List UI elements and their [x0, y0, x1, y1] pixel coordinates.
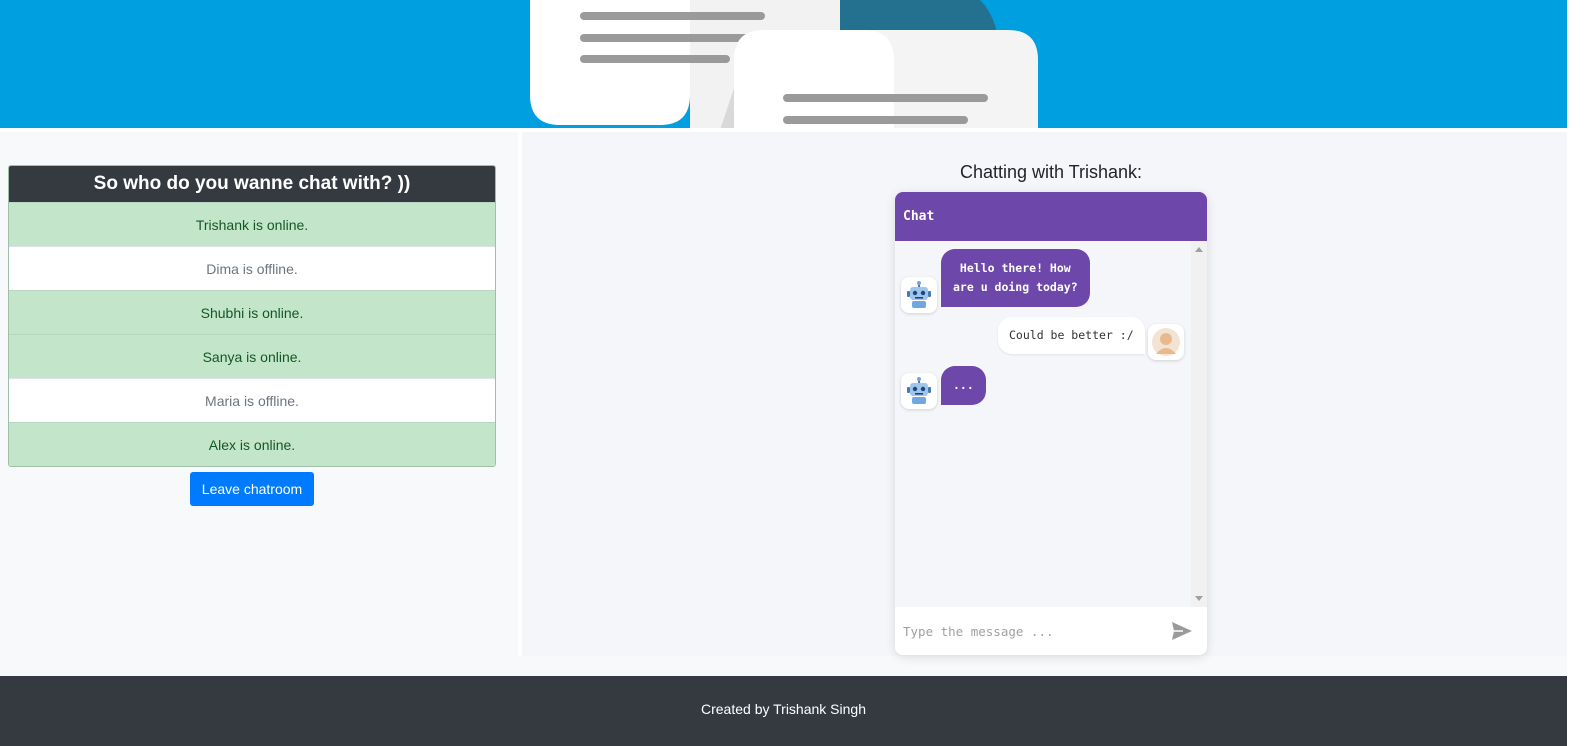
- page-edge: [1567, 0, 1585, 746]
- contacts-list: So who do you wanne chat with? )) Trisha…: [8, 165, 496, 467]
- chat-header: Chat: [895, 192, 1207, 241]
- chat-title: Chatting with Trishank:: [959, 162, 1143, 182]
- message-input[interactable]: [903, 617, 1163, 645]
- bot-avatar-icon: [901, 277, 937, 313]
- bot-message-line: are u doing today?: [953, 280, 1078, 294]
- header-banner: [0, 0, 1585, 130]
- contact-item-trishank[interactable]: Trishank is online.: [9, 202, 495, 246]
- contacts-panel: So who do you wanne chat with? )) Trisha…: [0, 132, 518, 664]
- bot-typing-message: ...: [941, 366, 986, 405]
- user-message: Could be better :/: [998, 317, 1145, 354]
- user-avatar-icon: [1148, 324, 1184, 360]
- contact-item-dima[interactable]: Dima is offline.: [9, 246, 495, 290]
- scroll-up-arrow-icon[interactable]: [1195, 247, 1203, 252]
- bot-message: Hello there! How are u doing today?: [941, 249, 1090, 307]
- contact-item-shubhi[interactable]: Shubhi is online.: [9, 290, 495, 334]
- contacts-header: So who do you wanne chat with? )): [9, 166, 495, 202]
- contact-item-alex[interactable]: Alex is online.: [9, 422, 495, 466]
- footer-credit: Created by Trishank Singh: [701, 701, 866, 717]
- message-scrollbar[interactable]: [1191, 241, 1207, 607]
- leave-chatroom-button[interactable]: Leave chatroom: [190, 472, 314, 506]
- bot-message-line: Hello there! How: [959, 261, 1071, 275]
- scroll-down-arrow-icon[interactable]: [1195, 596, 1203, 601]
- footer: Created by Trishank Singh: [0, 676, 1567, 746]
- bot-avatar-icon: [901, 373, 937, 409]
- contact-item-sanya[interactable]: Sanya is online.: [9, 334, 495, 378]
- message-input-area: [895, 607, 1207, 655]
- message-list: Hello there! How are u doing today? Coul…: [895, 241, 1191, 607]
- send-icon[interactable]: [1171, 621, 1193, 641]
- contact-item-maria[interactable]: Maria is offline.: [9, 378, 495, 422]
- chat-illustration-icon: [530, 0, 1038, 130]
- chat-window: Chat Hello there! How are u doing today?…: [895, 192, 1207, 655]
